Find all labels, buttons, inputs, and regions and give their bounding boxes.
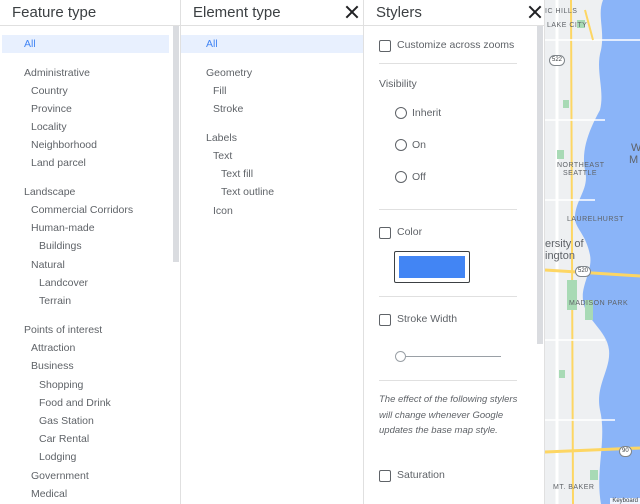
feature-item-buildings[interactable]: Buildings [39,237,82,255]
visibility-on-label: On [412,139,427,151]
saturation-label: Saturation [397,469,445,481]
map-label-northeast: NORTHEAST [557,162,605,169]
feature-item-food-and-drink[interactable]: Food and Drink [39,394,111,412]
map-label-laurelhurst: LAURELHURST [567,216,624,223]
close-icon[interactable] [344,4,360,20]
map-label-edge-w: W [631,142,640,154]
customize-across-zooms-checkbox[interactable] [379,40,391,52]
element-item-icon[interactable]: Icon [213,202,233,220]
feature-item-province[interactable]: Province [31,100,72,118]
stroke-width-slider-track[interactable] [400,356,501,357]
map-label-seattle: SEATTLE [563,170,598,177]
color-swatch [399,256,465,278]
color-picker-button[interactable] [394,251,470,283]
visibility-off-radio[interactable] [395,171,407,183]
divider [379,380,517,381]
feature-scrollbar[interactable] [173,26,179,262]
feature-item-commercial-corridors[interactable]: Commercial Corridors [31,201,133,219]
feature-type-header: Feature type [0,0,180,26]
feature-item-attraction[interactable]: Attraction [31,339,75,357]
feature-item-shopping[interactable]: Shopping [39,376,83,394]
color-label: Color [397,226,423,238]
feature-item-lodging[interactable]: Lodging [39,448,76,466]
stylers-scrollbar[interactable] [537,26,543,344]
highway-shield-522: 522 [549,55,566,66]
feature-type-title: Feature type [12,4,97,21]
map-label-mt-baker: MT. BAKER [553,484,595,491]
element-item-text-fill[interactable]: Text fill [221,165,253,183]
element-item-fill[interactable]: Fill [213,82,226,100]
map-label-edge-m: M [629,154,639,166]
close-icon[interactable] [527,4,543,20]
element-type-title: Element type [193,4,281,21]
element-type-panel: Element type All Geometry Fill Stroke La… [181,0,364,504]
feature-item-landcover[interactable]: Landcover [39,274,88,292]
element-item-labels[interactable]: Labels [206,129,237,147]
color-checkbox[interactable] [379,227,391,239]
feature-item-all[interactable]: All [2,35,169,53]
divider [379,209,517,210]
feature-item-land-parcel[interactable]: Land parcel [31,154,86,172]
feature-item-medical[interactable]: Medical [31,485,67,503]
feature-item-gas-station[interactable]: Gas Station [39,412,94,430]
feature-item-neighborhood[interactable]: Neighborhood [31,136,97,154]
element-item-text[interactable]: Text [213,147,232,165]
feature-item-points-of-interest[interactable]: Points of interest [24,321,102,339]
feature-item-human-made[interactable]: Human-made [31,219,95,237]
feature-item-government[interactable]: Government [31,467,89,485]
feature-item-car-rental[interactable]: Car Rental [39,430,89,448]
visibility-inherit-label: Inherit [412,107,442,119]
visibility-on-radio[interactable] [395,139,407,151]
map-label-university-2: ington [545,250,575,262]
element-type-header: Element type [181,0,363,26]
styler-note: The effect of the following stylers will… [379,394,518,436]
keyboard-shortcuts-link[interactable]: Keyboard [610,498,640,504]
feature-item-country[interactable]: Country [31,82,68,100]
element-item-text-outline[interactable]: Text outline [221,183,274,201]
visibility-off-label: Off [412,171,426,183]
highway-shield-90: 90 [619,446,632,457]
customize-across-zooms-label: Customize across zooms [397,39,515,51]
map-preview[interactable]: IC HILLS LAKE CITY 522 NORTHEAST SEATTLE… [545,0,640,504]
feature-item-business[interactable]: Business [31,357,74,375]
map-label-madison-park: MADISON PARK [569,300,629,307]
visibility-heading: Visibility [379,78,417,90]
highway-shield-520: 520 [575,266,592,277]
element-item-geometry[interactable]: Geometry [206,64,252,82]
element-item-stroke[interactable]: Stroke [213,100,243,118]
stylers-title: Stylers [376,4,422,21]
feature-item-administrative[interactable]: Administrative [24,64,90,82]
feature-item-locality[interactable]: Locality [31,118,67,136]
feature-item-landscape[interactable]: Landscape [24,183,75,201]
stroke-width-slider-thumb[interactable] [395,351,406,362]
map-label-lake-city: LAKE CITY [547,22,588,29]
feature-type-panel: Feature type All Administrative Country … [0,0,181,504]
stroke-width-label: Stroke Width [397,313,458,325]
saturation-checkbox[interactable] [379,470,391,482]
divider [379,296,517,297]
stylers-panel: Stylers Customize across zooms Visibilit… [364,0,545,504]
feature-item-natural[interactable]: Natural [31,256,65,274]
feature-item-terrain[interactable]: Terrain [39,292,71,310]
divider [379,63,517,64]
stylers-header: Stylers [364,0,544,26]
stroke-width-checkbox[interactable] [379,314,391,326]
map-label-hills: IC HILLS [545,8,578,15]
visibility-inherit-radio[interactable] [395,107,407,119]
map-label-university-1: ersity of [545,238,584,250]
element-item-all[interactable]: All [181,35,363,53]
